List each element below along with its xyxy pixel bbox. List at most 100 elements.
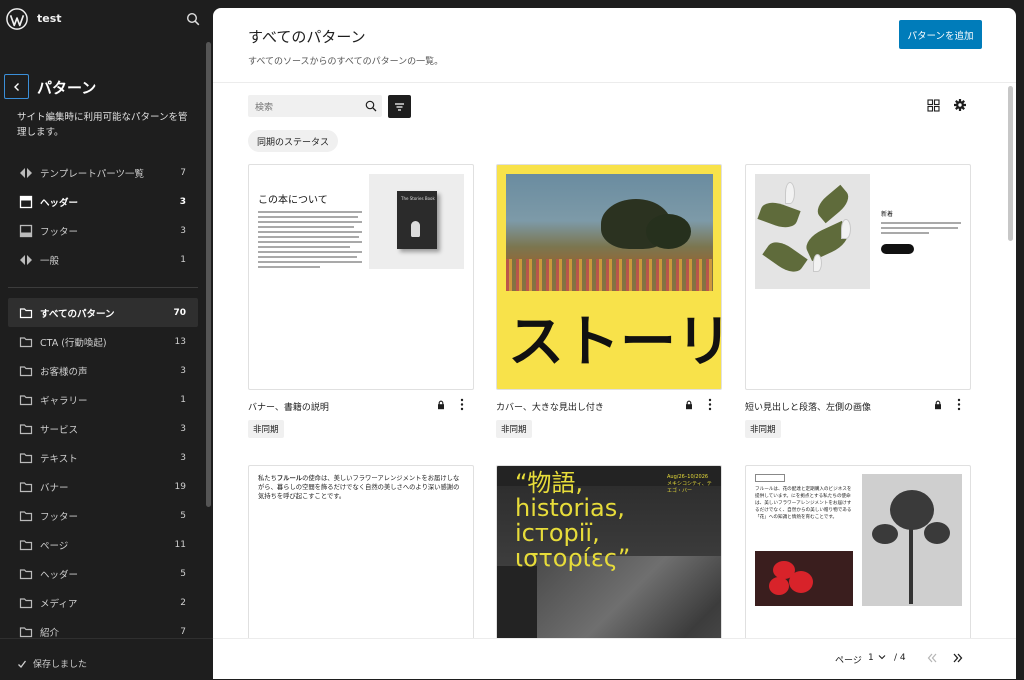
folder-icon xyxy=(19,365,33,376)
sync-status-filter[interactable]: 同期のステータス xyxy=(248,130,339,152)
more-options-icon[interactable] xyxy=(957,398,961,411)
sidebar-title: パターン xyxy=(37,79,97,97)
more-options-icon[interactable] xyxy=(708,398,712,411)
back-button[interactable] xyxy=(4,74,29,99)
sidebar-scrollbar[interactable] xyxy=(206,42,211,507)
more-options-icon[interactable] xyxy=(460,398,464,411)
add-pattern-button[interactable]: パターンを追加 xyxy=(899,20,982,49)
folder-icon xyxy=(19,568,33,579)
count-badge: 3 xyxy=(180,365,186,376)
sidebar-item-banners[interactable]: バナー 19 xyxy=(8,472,198,501)
filter-button[interactable] xyxy=(388,95,411,118)
lock-icon xyxy=(438,400,444,410)
footer-icon xyxy=(19,224,33,237)
count-badge: 70 xyxy=(173,307,186,318)
sidebar-item-pages[interactable]: ページ 11 xyxy=(8,530,198,559)
page-select[interactable]: 1 xyxy=(868,653,874,663)
pattern-card: ストーリ カバー、大きな見出し付き 非同期 xyxy=(496,164,722,438)
previous-page-icon[interactable] xyxy=(926,652,938,664)
sync-badge: 非同期 xyxy=(248,420,284,438)
sidebar-item-headers[interactable]: ヘッダー 5 xyxy=(8,559,198,588)
folder-icon xyxy=(19,626,33,637)
page-description: すべてのソースからのすべてのパターンの一覧。 xyxy=(248,57,444,67)
pagination-bar: ページ 1 / 4 xyxy=(213,638,1016,679)
lock-icon xyxy=(686,400,692,410)
pagination-label: ページ xyxy=(835,656,862,666)
preview-heading: この本について xyxy=(258,195,328,206)
folder-icon xyxy=(19,481,33,492)
grid-view-icon[interactable] xyxy=(927,99,940,112)
count-badge: 11 xyxy=(174,539,186,550)
pattern-title[interactable]: 短い見出しと段落、左側の画像 xyxy=(745,400,871,413)
header-divider xyxy=(213,82,1016,83)
count-badge: 7 xyxy=(180,167,186,178)
book-cover-image: The Stories Book xyxy=(397,191,437,249)
sidebar-item-all-patterns[interactable]: すべてのパターン 70 xyxy=(8,298,198,327)
folder-icon xyxy=(19,510,33,521)
pattern-preview[interactable]: この本について The Stories Book xyxy=(248,164,474,390)
page-total: / 4 xyxy=(894,653,906,663)
count-badge: 3 xyxy=(180,452,186,463)
saved-label: 保存しました xyxy=(33,660,88,670)
folder-icon xyxy=(19,336,33,347)
saved-status: 保存しました xyxy=(17,657,87,670)
search-icon[interactable] xyxy=(186,12,200,26)
search-icon[interactable] xyxy=(365,100,377,112)
pattern-meta: 短い見出しと段落、左側の画像 xyxy=(745,395,971,417)
sidebar-item-general[interactable]: 一般 1 xyxy=(8,245,198,274)
sidebar-item-footers[interactable]: フッター 5 xyxy=(8,501,198,530)
sidebar-item-testimonials[interactable]: お客様の声 3 xyxy=(8,356,198,385)
count-badge: 3 xyxy=(180,225,186,236)
pattern-title[interactable]: バナー、書籍の説明 xyxy=(248,400,329,413)
gear-icon[interactable] xyxy=(953,98,967,112)
sidebar-item-footer[interactable]: フッター 3 xyxy=(8,216,198,245)
folder-icon xyxy=(19,423,33,434)
count-badge: 1 xyxy=(180,254,186,265)
count-badge: 1 xyxy=(180,394,186,405)
preview-button xyxy=(881,244,914,254)
count-badge: 5 xyxy=(180,568,186,579)
lock-icon xyxy=(935,400,941,410)
sidebar-item-gallery[interactable]: ギャラリー 1 xyxy=(8,385,198,414)
sidebar-item-header[interactable]: ヘッダー 3 xyxy=(8,187,198,216)
site-title[interactable]: test xyxy=(37,12,62,25)
pattern-preview[interactable]: ストーリ xyxy=(496,164,722,390)
preview-text-lines xyxy=(258,211,362,271)
sync-badge: 非同期 xyxy=(496,420,532,438)
wordpress-logo-icon[interactable] xyxy=(6,8,28,30)
folder-icon xyxy=(19,394,33,405)
search-input[interactable] xyxy=(248,97,358,119)
sidebar-item-cta[interactable]: CTA (行動喚起) 13 xyxy=(8,327,198,356)
preview-tag xyxy=(755,474,785,482)
pattern-categories-list: すべてのパターン 70 CTA (行動喚起) 13 お客様の声 3 ギャラリー … xyxy=(8,298,198,646)
header-icon xyxy=(19,195,33,208)
folder-icon xyxy=(19,539,33,550)
main-scrollbar[interactable] xyxy=(1008,86,1013,241)
chevron-left-icon xyxy=(13,82,19,91)
check-icon xyxy=(18,660,27,668)
count-badge: 13 xyxy=(174,336,186,347)
preview-paragraph: 私たちフルールの使命は、美しいフラワーアレンジメントをお届けしながら、暮らしの空… xyxy=(258,475,460,500)
preview-text-lines xyxy=(881,222,961,237)
search-field xyxy=(248,95,382,119)
next-page-icon[interactable] xyxy=(952,652,964,664)
symbol-icon xyxy=(20,167,32,178)
preview-big-heading: ストーリ xyxy=(508,310,722,375)
count-badge: 7 xyxy=(180,626,186,637)
folder-icon xyxy=(19,452,33,463)
pattern-preview[interactable]: 新着 xyxy=(745,164,971,390)
filter-icon xyxy=(395,102,404,111)
sidebar-item-services[interactable]: サービス 3 xyxy=(8,414,198,443)
sidebar-item-media[interactable]: メディア 2 xyxy=(8,588,198,617)
sidebar-divider xyxy=(8,287,198,288)
chevron-down-icon[interactable] xyxy=(878,654,886,660)
sidebar-item-template-parts[interactable]: テンプレートパーツ一覧 7 xyxy=(8,158,198,187)
preview-heading: 新着 xyxy=(881,211,894,218)
pattern-title[interactable]: カバー、大きな見出し付き xyxy=(496,400,604,413)
preview-plant-image xyxy=(862,474,962,606)
folder-icon xyxy=(19,307,33,318)
preview-hibiscus-image xyxy=(755,551,853,606)
sidebar-item-text[interactable]: テキスト 3 xyxy=(8,443,198,472)
preview-quote: “物語, historias, іcторії, ιστορίες” xyxy=(515,469,631,572)
page-title: すべてのパターン xyxy=(248,28,366,46)
